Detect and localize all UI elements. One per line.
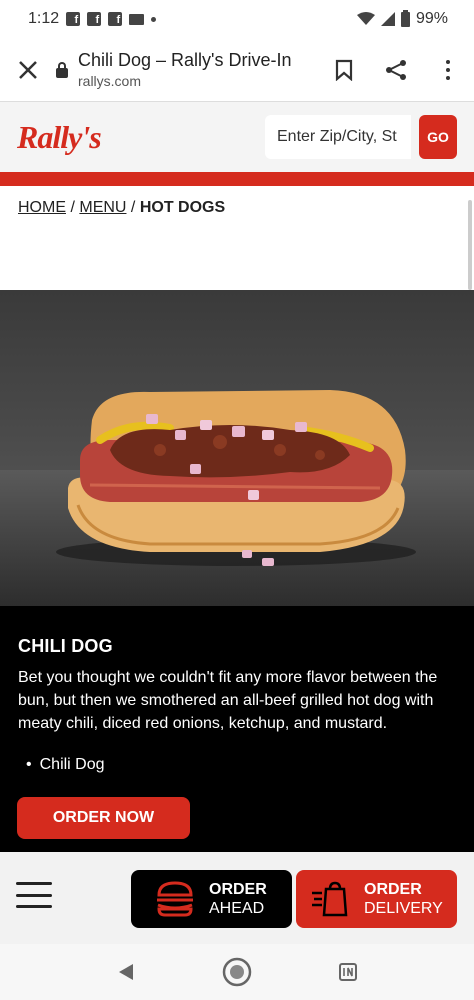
bottom-action-bar: ORDER AHEAD ORDER DELIVERY xyxy=(0,852,474,944)
order-delivery-label: ORDER DELIVERY xyxy=(364,880,443,918)
breadcrumb-separator: / xyxy=(70,199,75,216)
product-image xyxy=(0,290,474,606)
status-right: 99% xyxy=(356,9,448,28)
facebook-icon: f xyxy=(108,12,123,26)
breadcrumb-home[interactable]: HOME xyxy=(18,199,66,216)
lock-icon xyxy=(56,61,68,78)
order-delivery-button[interactable]: ORDER DELIVERY xyxy=(296,870,457,928)
menu-icon[interactable] xyxy=(16,882,52,908)
more-icon[interactable] xyxy=(422,38,474,102)
order-delivery-label-2: DELIVERY xyxy=(364,900,443,917)
product-title: CHILI DOG xyxy=(18,636,113,656)
facebook-icon: f xyxy=(87,12,102,26)
go-button[interactable]: GO xyxy=(419,115,457,159)
rallys-logo[interactable]: Rally's xyxy=(17,119,102,156)
page-title: Chili Dog – Rally's Drive-In xyxy=(78,50,292,70)
breadcrumb-menu[interactable]: MENU xyxy=(79,199,126,216)
scrollbar[interactable] xyxy=(468,200,472,290)
home-icon[interactable] xyxy=(217,952,257,992)
chili-dog-illustration xyxy=(56,390,416,566)
order-delivery-label-1: ORDER xyxy=(364,881,422,898)
status-bar: 1:12 f f f 99% xyxy=(0,0,474,38)
breadcrumb-current: HOT DOGS xyxy=(139,199,226,216)
back-icon[interactable] xyxy=(106,952,146,992)
url-block[interactable]: Chili Dog – Rally's Drive-In rallys.com xyxy=(78,50,318,89)
domain-text: rallys.com xyxy=(78,73,142,89)
facebook-icon: f xyxy=(66,12,81,26)
site-header: Rally's GO xyxy=(0,102,474,172)
order-ahead-label: ORDER AHEAD xyxy=(209,880,267,918)
order-ahead-label-1: ORDER xyxy=(209,881,267,898)
status-left: 1:12 f f f xyxy=(28,10,157,28)
close-icon[interactable] xyxy=(0,38,56,102)
list-item: Chili Dog xyxy=(26,756,105,774)
browser-toolbar: Chili Dog – Rally's Drive-In rallys.com xyxy=(0,38,474,102)
location-search: GO xyxy=(265,115,457,159)
system-navigation-bar xyxy=(0,944,474,1000)
status-time: 1:12 xyxy=(28,10,60,27)
battery-percent: 99% xyxy=(415,10,448,27)
order-ahead-label-2: AHEAD xyxy=(209,900,265,917)
dot-icon xyxy=(151,16,157,22)
recents-icon[interactable] xyxy=(328,952,368,992)
breadcrumb: HOME / MENU / HOT DOGS xyxy=(18,199,225,217)
share-icon[interactable] xyxy=(370,38,422,102)
order-now-button[interactable]: ORDER NOW xyxy=(17,797,190,839)
bookmark-icon[interactable] xyxy=(318,38,370,102)
order-ahead-button[interactable]: ORDER AHEAD xyxy=(131,870,292,928)
burger-icon xyxy=(157,881,193,917)
breadcrumb-separator: / xyxy=(130,199,136,216)
mail-icon xyxy=(129,13,145,25)
battery-icon xyxy=(400,9,410,27)
product-items: Chili Dog xyxy=(26,756,105,774)
product-details: CHILI DOG Bet you thought we couldn't fi… xyxy=(0,606,474,852)
product-description: Bet you thought we couldn't fit any more… xyxy=(18,669,438,732)
red-divider xyxy=(0,172,474,186)
zip-city-input[interactable] xyxy=(265,115,411,159)
wifi-icon xyxy=(356,12,375,25)
delivery-bag-icon xyxy=(312,881,348,917)
toolbar-actions xyxy=(318,38,474,102)
signal-icon xyxy=(380,12,395,26)
